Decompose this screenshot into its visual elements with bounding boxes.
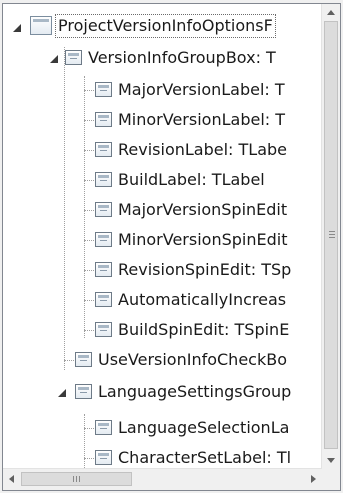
tree-node-revision-label[interactable]: RevisionLabel: TLabe bbox=[3, 136, 322, 166]
component-icon bbox=[95, 262, 112, 277]
tree-node-label: MajorVersionLabel: T bbox=[118, 80, 285, 99]
tree-node-minor-version-spin-edit[interactable]: MinorVersionSpinEdit bbox=[3, 226, 322, 256]
tree-node-label: BuildLabel: TLabel bbox=[118, 170, 265, 189]
tree-node-revision-spin-edit[interactable]: RevisionSpinEdit: TSp bbox=[3, 256, 322, 286]
form-icon bbox=[30, 16, 52, 35]
component-icon bbox=[95, 82, 112, 97]
tree-node-language-selection-label[interactable]: LanguageSelectionLa bbox=[3, 414, 322, 444]
horizontal-scrollbar[interactable] bbox=[3, 468, 322, 490]
component-icon bbox=[95, 292, 112, 307]
tree-node-label: MinorVersionSpinEdit bbox=[118, 230, 288, 249]
tree-node-label: ProjectVersionInfoOptionsF bbox=[55, 14, 276, 38]
scroll-down-arrow-icon[interactable] bbox=[327, 458, 335, 463]
tree-node-character-set-label[interactable]: CharacterSetLabel: Tl bbox=[3, 444, 322, 469]
scroll-left-arrow-icon[interactable] bbox=[9, 475, 14, 483]
tree-node-language-settings-group[interactable]: LanguageSettingsGroup bbox=[3, 378, 322, 408]
tree-node-root[interactable]: ProjectVersionInfoOptionsF bbox=[3, 12, 322, 42]
tree-node-label: LanguageSettingsGroup bbox=[98, 382, 292, 401]
tree-node-major-version-label[interactable]: MajorVersionLabel: T bbox=[3, 76, 322, 106]
component-icon bbox=[75, 352, 92, 367]
component-icon bbox=[95, 420, 112, 435]
tree-node-label: AutomaticallyIncreas bbox=[118, 290, 287, 309]
grip-line bbox=[79, 476, 80, 482]
component-icon bbox=[95, 322, 112, 337]
expanded-triangle-icon[interactable] bbox=[50, 55, 58, 63]
component-icon bbox=[65, 50, 82, 65]
tree-node-label: VersionInfoGroupBox: T bbox=[88, 48, 276, 67]
vertical-scroll-thumb[interactable] bbox=[324, 21, 338, 449]
vertical-scrollbar[interactable] bbox=[321, 4, 340, 469]
tree-node-build-spin-edit[interactable]: BuildSpinEdit: TSpinE bbox=[3, 316, 322, 346]
scroll-up-arrow-icon[interactable] bbox=[327, 10, 335, 15]
grip-line bbox=[329, 237, 335, 238]
tree-node-label: CharacterSetLabel: Tl bbox=[118, 448, 292, 467]
tree-node-version-info-group-box[interactable]: VersionInfoGroupBox: T bbox=[3, 44, 322, 74]
tree-node-automatically-increase[interactable]: AutomaticallyIncreas bbox=[3, 286, 322, 316]
tree-node-label: BuildSpinEdit: TSpinE bbox=[118, 320, 290, 339]
tree-node-use-version-info-check-box[interactable]: UseVersionInfoCheckBo bbox=[3, 346, 322, 376]
component-icon bbox=[95, 232, 112, 247]
component-icon bbox=[75, 384, 92, 399]
scroll-right-arrow-icon[interactable] bbox=[311, 475, 316, 483]
horizontal-scroll-thumb[interactable] bbox=[21, 472, 132, 486]
tree-node-label: UseVersionInfoCheckBo bbox=[98, 350, 287, 369]
tree-node-label: RevisionSpinEdit: TSp bbox=[118, 260, 292, 279]
tree-node-label: LanguageSelectionLa bbox=[118, 418, 290, 437]
grip-line bbox=[76, 476, 77, 482]
component-icon bbox=[95, 142, 112, 157]
grip-line bbox=[73, 476, 74, 482]
component-tree-view[interactable]: ProjectVersionInfoOptionsF VersionInfoGr… bbox=[2, 3, 341, 491]
tree-node-minor-version-label[interactable]: MinorVersionLabel: T bbox=[3, 106, 322, 136]
component-icon bbox=[95, 202, 112, 217]
grip-line bbox=[329, 234, 335, 235]
component-icon bbox=[95, 450, 112, 465]
expanded-triangle-icon[interactable] bbox=[13, 24, 21, 32]
grip-line bbox=[329, 231, 335, 232]
expanded-triangle-icon[interactable] bbox=[58, 389, 66, 397]
tree-node-label: MinorVersionLabel: T bbox=[118, 110, 286, 129]
tree-node-major-version-spin-edit[interactable]: MajorVersionSpinEdit bbox=[3, 196, 322, 226]
tree-node-build-label[interactable]: BuildLabel: TLabel bbox=[3, 166, 322, 196]
component-icon bbox=[95, 172, 112, 187]
tree-node-label: RevisionLabel: TLabe bbox=[118, 140, 287, 159]
tree-viewport: ProjectVersionInfoOptionsF VersionInfoGr… bbox=[3, 4, 322, 469]
tree-node-label: MajorVersionSpinEdit bbox=[118, 200, 288, 219]
component-icon bbox=[95, 112, 112, 127]
scrollbar-corner bbox=[322, 469, 340, 490]
